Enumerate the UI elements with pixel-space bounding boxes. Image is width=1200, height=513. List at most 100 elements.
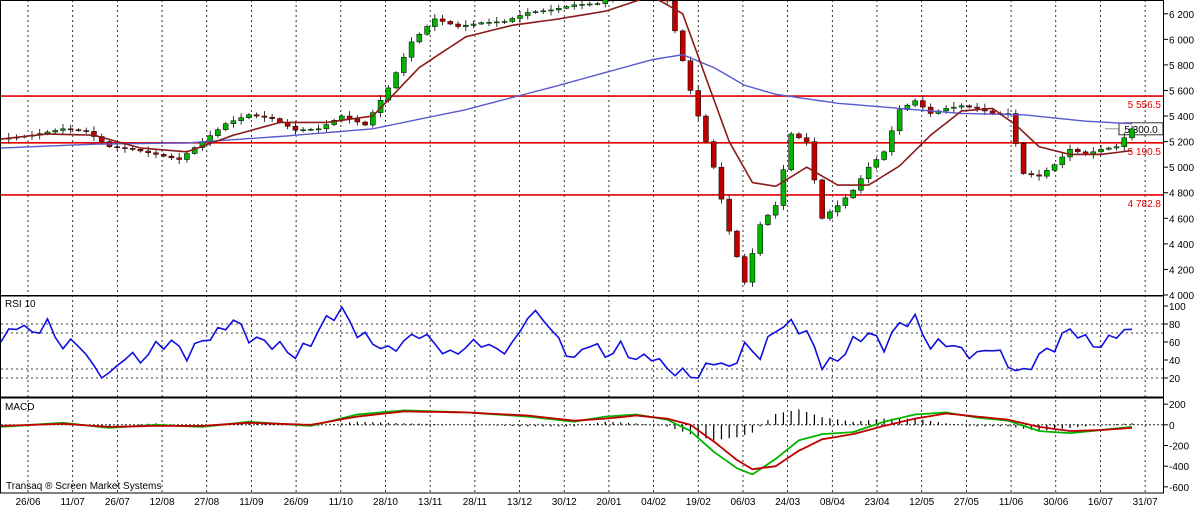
candle-body — [424, 26, 430, 35]
candle-body — [726, 198, 732, 232]
candle-body — [679, 30, 686, 61]
candle-body — [974, 106, 980, 109]
candle-body — [1075, 149, 1081, 153]
candle-body — [703, 115, 709, 142]
candle-body — [1059, 156, 1066, 165]
candle-body — [920, 100, 926, 108]
candle-body — [463, 25, 469, 27]
candle-body — [1106, 147, 1112, 150]
candle-body — [137, 149, 144, 152]
candle-body — [67, 128, 74, 131]
candle-body — [525, 12, 531, 16]
candle-body — [1028, 173, 1035, 176]
candle-body — [780, 169, 787, 206]
candle-body — [695, 90, 701, 117]
candle-body — [811, 141, 818, 181]
candle-body — [718, 166, 725, 200]
candle-body — [269, 117, 275, 119]
macd-y-tick-label: 0 — [1169, 421, 1175, 432]
candle-body — [943, 108, 949, 112]
price-y-tick-label: 4 800 — [1169, 189, 1194, 200]
candle-body — [416, 33, 423, 43]
candle-body — [788, 133, 794, 170]
candle-body — [710, 141, 717, 168]
candle-body — [556, 7, 562, 11]
candle-body — [1121, 137, 1128, 147]
x-tick-label: 11/06 — [999, 497, 1024, 508]
candle-body — [253, 114, 260, 117]
credit-text: Transaq ® Screen Market Systems — [6, 481, 161, 492]
rsi-y-tick-label: 100 — [1169, 302, 1186, 313]
price-y-tick-label: 4 400 — [1169, 240, 1194, 251]
price-y-tick-label: 4 000 — [1169, 291, 1194, 302]
candle-body — [486, 22, 492, 24]
candle-body — [83, 130, 89, 132]
rsi-y-tick-label: 80 — [1169, 320, 1181, 331]
candle-body — [865, 166, 872, 179]
candle-body — [292, 126, 299, 131]
price-y-tick-label: 5 400 — [1169, 112, 1194, 123]
x-tick-label: 24/03 — [775, 497, 800, 508]
candle-body — [873, 159, 880, 168]
candle-body — [315, 128, 322, 131]
candle-body — [1020, 143, 1027, 174]
candle-body — [354, 118, 361, 123]
x-tick-label: 19/02 — [686, 497, 711, 508]
candle-body — [734, 230, 740, 257]
candle-body — [393, 72, 399, 89]
candle-body — [1051, 164, 1058, 171]
candle-body — [261, 115, 268, 118]
candle-body — [60, 128, 66, 131]
candle-body — [222, 123, 229, 130]
price-y-tick-label: 5 600 — [1169, 86, 1194, 97]
x-tick-label: 11/10 — [329, 497, 354, 508]
x-tick-label: 27/08 — [194, 497, 219, 508]
candle-body — [246, 114, 252, 118]
candle-body — [408, 41, 415, 58]
candle-body — [749, 253, 756, 283]
candle-body — [122, 147, 128, 149]
x-tick-label: 28/11 — [463, 497, 488, 508]
x-tick-label: 04/02 — [641, 497, 666, 508]
x-tick-label: 12/08 — [150, 497, 175, 508]
x-tick-label: 31/07 — [1133, 497, 1158, 508]
x-tick-label: 11/07 — [61, 497, 86, 508]
candle-body — [896, 109, 903, 131]
candle-body — [308, 129, 314, 131]
candle-body — [501, 21, 508, 23]
candle-body — [563, 6, 570, 9]
rsi-y-tick-label: 20 — [1169, 374, 1181, 385]
candle-body — [1113, 146, 1120, 149]
candle-body — [594, 3, 601, 5]
candle-body — [951, 106, 957, 109]
candle-body — [1036, 174, 1042, 177]
rsi-y-tick-label: 60 — [1169, 338, 1181, 349]
candle-body — [401, 56, 407, 73]
candle-body — [168, 155, 175, 159]
price-y-tick-label: 6 000 — [1169, 35, 1194, 46]
candle-body — [889, 130, 895, 153]
candle-body — [145, 150, 151, 153]
level-label: 5 190.5 — [1128, 147, 1162, 158]
candle-body — [153, 152, 159, 155]
x-tick-label: 23/04 — [865, 497, 890, 508]
level-label: 5 556.5 — [1128, 100, 1162, 111]
candle-body — [827, 211, 833, 219]
x-tick-label: 30/12 — [552, 497, 577, 508]
candle-body — [772, 205, 779, 216]
candle-body — [579, 4, 585, 6]
price-y-tick-label: 6 200 — [1169, 10, 1194, 21]
candle-body — [958, 105, 965, 108]
candle-body — [1098, 149, 1104, 153]
candle-body — [470, 23, 477, 26]
candle-body — [1013, 113, 1019, 144]
chart-root: 5 556.5 5 190.5 4 782.8 5 300.0 26/06 11/07 2… — [0, 0, 1200, 508]
candle-body — [1067, 149, 1073, 158]
candle-body — [129, 148, 136, 150]
candle-body — [765, 214, 771, 225]
candle-body — [540, 10, 547, 13]
candle-body — [532, 11, 539, 13]
candle-body — [966, 105, 973, 108]
price-y-tick-label: 5 800 — [1169, 61, 1194, 72]
candle-body — [447, 21, 454, 25]
